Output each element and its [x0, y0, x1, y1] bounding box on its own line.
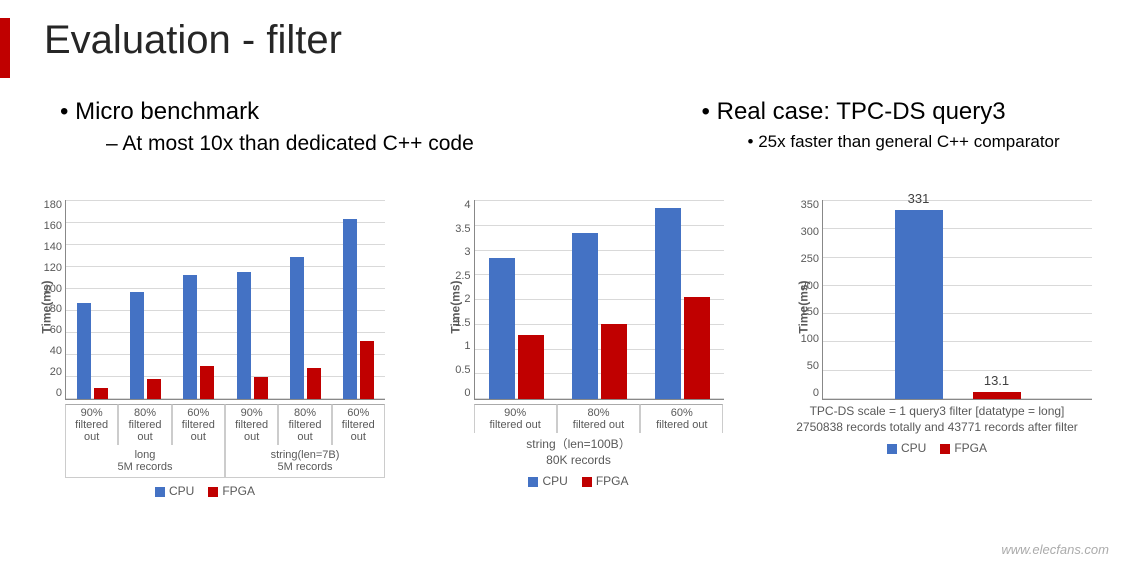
bar-fpga	[254, 377, 268, 399]
chart-1-yticks: 180160140120100806040200	[32, 200, 62, 399]
cpu-swatch	[887, 444, 897, 454]
bullet-columns: Micro benchmark At most 10x than dedicat…	[30, 98, 1097, 166]
chart-1-xgroups: long5M recordsstring(len=7B)5M records	[65, 445, 385, 478]
bar-fpga	[94, 388, 108, 399]
bar-cpu	[343, 219, 357, 399]
fpga-swatch	[208, 487, 218, 497]
bar-cpu	[895, 210, 943, 399]
bar-cpu	[130, 292, 144, 399]
bar-fpga	[200, 366, 214, 399]
right-heading: Real case: TPC-DS query3	[702, 98, 1097, 126]
legend-fpga: FPGA	[940, 441, 987, 455]
bar-fpga	[973, 392, 1021, 399]
fpga-swatch	[940, 444, 950, 454]
bar-fpga	[601, 324, 627, 399]
bar-cpu	[290, 257, 304, 399]
chart-3-grid	[823, 200, 1092, 399]
bar-cpu	[655, 208, 681, 399]
chart-3: Time(ms) 350300250200150100500 33113.1 T…	[767, 200, 1107, 498]
chart-1-xlabels: 90%filteredout80%filteredout60%filteredo…	[65, 404, 385, 445]
data-label: 13.1	[973, 373, 1021, 388]
bar-cpu	[572, 233, 598, 399]
chart-2-yticks: 43.532.521.510.50	[441, 200, 471, 399]
chart-3-legend: CPU FPGA	[887, 441, 987, 455]
data-label: 331	[895, 191, 943, 206]
left-column: Micro benchmark At most 10x than dedicat…	[30, 98, 692, 166]
chart-2-legend: CPU FPGA	[528, 474, 628, 488]
chart-2-plot: Time(ms) 43.532.521.510.50	[474, 200, 724, 400]
chart-1-grid	[66, 200, 385, 399]
chart-1: Time(ms) 180160140120100806040200 90%fil…	[20, 200, 390, 498]
legend-cpu: CPU	[528, 474, 567, 488]
chart-3-plot: Time(ms) 350300250200150100500 33113.1	[822, 200, 1092, 400]
bar-fpga	[147, 379, 161, 399]
bar-cpu	[237, 272, 251, 399]
right-subheading: 25x faster than general C++ comparator	[748, 132, 1097, 152]
bar-fpga	[360, 341, 374, 399]
bar-cpu	[489, 258, 515, 399]
bar-fpga	[518, 335, 544, 399]
slide-title: Evaluation - filter	[44, 18, 342, 63]
cpu-swatch	[528, 477, 538, 487]
chart-2-subtitle: string（len=100B） 80K records	[526, 437, 630, 468]
legend-cpu: CPU	[155, 484, 194, 498]
legend-fpga: FPGA	[582, 474, 629, 488]
bar-fpga	[307, 368, 321, 399]
chart-2-xlabels: 90%filtered out80%filtered out60%filtere…	[474, 404, 724, 433]
watermark: www.elecfans.com	[1001, 542, 1109, 557]
chart-1-legend: CPU FPGA	[155, 484, 255, 498]
charts-row: Time(ms) 180160140120100806040200 90%fil…	[20, 200, 1107, 498]
left-heading: Micro benchmark	[60, 98, 692, 126]
left-subheading: At most 10x than dedicated C++ code	[106, 132, 692, 156]
chart-2: Time(ms) 43.532.521.510.50 90%filtered o…	[424, 200, 734, 498]
fpga-swatch	[582, 477, 592, 487]
bar-fpga	[684, 297, 710, 400]
bar-cpu	[183, 275, 197, 399]
right-column: Real case: TPC-DS query3 25x faster than…	[692, 98, 1097, 166]
chart-1-plot: Time(ms) 180160140120100806040200	[65, 200, 385, 400]
chart-3-subtitle: TPC-DS scale = 1 query3 filter [datatype…	[787, 404, 1087, 435]
cpu-swatch	[155, 487, 165, 497]
accent-bar	[0, 18, 10, 78]
legend-cpu: CPU	[887, 441, 926, 455]
bar-cpu	[77, 303, 91, 399]
chart-3-yticks: 350300250200150100500	[789, 200, 819, 399]
legend-fpga: FPGA	[208, 484, 255, 498]
